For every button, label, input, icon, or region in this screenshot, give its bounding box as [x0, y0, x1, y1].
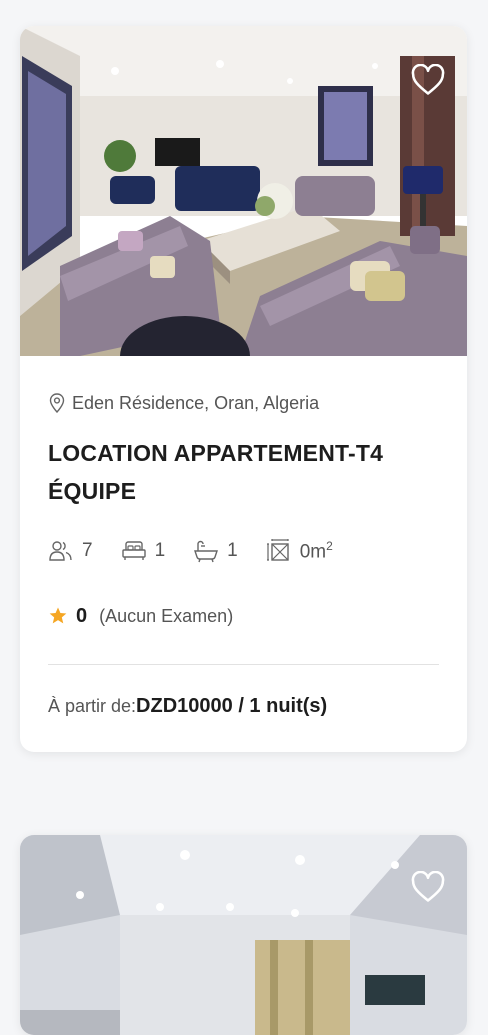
interior-photo [20, 835, 467, 1035]
price-prefix: À partir de: [48, 696, 137, 716]
beds-count: 1 [154, 540, 166, 561]
listing-photo[interactable] [20, 835, 467, 1035]
area-amenity: 0m2 [266, 538, 333, 564]
baths-count: 1 [227, 540, 238, 561]
living-room-photo [20, 26, 467, 356]
review-count: (Aucun Examen) [99, 605, 234, 626]
bath-icon [194, 540, 219, 563]
bed-icon [121, 541, 146, 560]
location-pin-icon [49, 393, 65, 413]
area-value: 0m [299, 541, 327, 563]
location-row: Eden Résidence, Oran, Algeria [48, 390, 439, 416]
listing-title-line2: ÉQUIPE [48, 478, 137, 504]
price-amount: DZD10000 / 1 nuit(s) [136, 695, 328, 717]
listing-title[interactable]: LOCATION APPARTEMENT-T4 ÉQUIPE [48, 434, 439, 510]
location-text: Eden Résidence, Oran, Algeria [72, 392, 320, 413]
guests-amenity: 7 [48, 538, 93, 564]
rating-value: 0 [76, 604, 88, 627]
price-row: À partir de:DZD10000 / 1 nuit(s) [48, 695, 439, 718]
rating-row: 0 (Aucun Examen) [48, 602, 439, 630]
guests-count: 7 [82, 540, 93, 561]
amenities-row: 7 1 1 0m2 [48, 536, 439, 566]
guests-icon [49, 541, 72, 561]
baths-amenity: 1 [193, 538, 238, 564]
listing-photo[interactable] [20, 26, 467, 356]
listing-title-line1: LOCATION APPARTEMENT-T4 [48, 440, 384, 466]
heart-icon[interactable] [411, 871, 445, 903]
area-icon [266, 539, 289, 561]
beds-amenity: 1 [121, 538, 166, 564]
listing-details: Eden Résidence, Oran, Algeria LOCATION A… [48, 390, 439, 718]
divider [48, 664, 439, 665]
heart-icon[interactable] [411, 64, 445, 96]
listing-card[interactable]: Eden Résidence, Oran, Algeria LOCATION A… [20, 26, 467, 752]
area-unit-sup: 2 [326, 538, 333, 553]
star-icon [49, 607, 67, 624]
listing-card[interactable] [20, 835, 467, 1035]
